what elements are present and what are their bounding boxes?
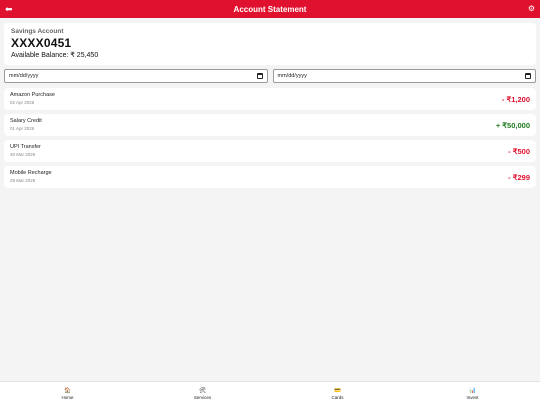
- calendar-icon[interactable]: [256, 73, 263, 79]
- account-summary-card: Savings Account XXXX0451 Available Balan…: [4, 23, 536, 65]
- transaction-amount: - ₹1,200: [501, 95, 530, 104]
- card-icon: 💳: [334, 387, 341, 394]
- nav-invest-label: Invest: [466, 394, 479, 400]
- transaction-date: 01 Apr 2026: [10, 126, 35, 131]
- transaction-date: 30 Mar 2026: [10, 152, 36, 157]
- transaction-name: UPI Transfer: [10, 144, 41, 150]
- from-date-input[interactable]: mm/dd/yyyy: [4, 69, 268, 83]
- transaction-date: 29 Mar 2026: [10, 178, 36, 183]
- nav-cards-label: Cards: [331, 394, 344, 400]
- transaction-date: 02 Apr 2026: [10, 100, 35, 105]
- chart-icon: 📊: [469, 387, 476, 394]
- nav-invest[interactable]: 📊 Invest: [405, 382, 540, 405]
- date-filter-row: mm/dd/yyyy mm/dd/yyyy: [4, 69, 536, 83]
- nav-services[interactable]: 🛠 Services: [135, 382, 270, 405]
- transaction-item[interactable]: UPI Transfer 30 Mar 2026 - ₹500: [4, 140, 536, 162]
- app-bar: ⬅ Account Statement ⚙: [0, 0, 540, 18]
- account-type: Savings Account: [11, 28, 64, 35]
- nav-home[interactable]: 🏠 Home: [0, 382, 135, 405]
- transaction-amount: - ₹500: [508, 147, 530, 156]
- home-icon: 🏠: [64, 387, 71, 394]
- transaction-name: Salary Credit: [10, 118, 42, 124]
- transaction-name: Amazon Purchase: [10, 92, 55, 98]
- account-number: XXXX0451: [11, 36, 72, 50]
- from-date-placeholder: mm/dd/yyyy: [9, 73, 39, 79]
- available-balance: Available Balance: ₹ 25,450: [11, 52, 99, 59]
- nav-cards[interactable]: 💳 Cards: [270, 382, 405, 405]
- nav-services-label: Services: [193, 394, 212, 400]
- transaction-item[interactable]: Amazon Purchase 02 Apr 2026 - ₹1,200: [4, 88, 536, 110]
- gear-icon[interactable]: ⚙: [528, 3, 535, 15]
- to-date-input[interactable]: mm/dd/yyyy: [272, 69, 536, 83]
- page-title: Account Statement: [233, 4, 307, 14]
- back-icon[interactable]: ⬅: [5, 3, 13, 15]
- nav-home-label: Home: [61, 394, 74, 400]
- transaction-amount: - ₹299: [508, 173, 530, 182]
- calendar-icon[interactable]: [525, 73, 531, 79]
- transaction-amount: + ₹50,000: [495, 121, 530, 130]
- tools-icon: 🛠: [199, 387, 206, 394]
- transaction-item[interactable]: Mobile Recharge 29 Mar 2026 - ₹299: [4, 166, 536, 188]
- to-date-placeholder: mm/dd/yyyy: [277, 73, 307, 79]
- transaction-name: Mobile Recharge: [10, 170, 52, 176]
- transaction-item[interactable]: Salary Credit 01 Apr 2026 + ₹50,000: [4, 114, 536, 136]
- bottom-nav: 🏠 Home 🛠 Services 💳 Cards 📊 Invest: [0, 381, 540, 405]
